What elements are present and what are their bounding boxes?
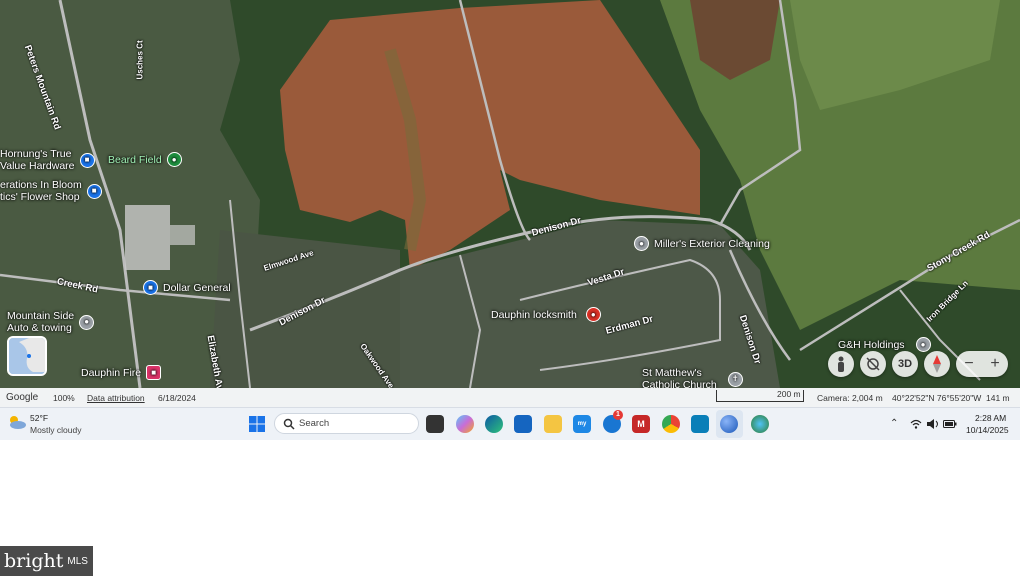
place-dauphin-locksmith[interactable]: Dauphin locksmith ● bbox=[491, 307, 601, 322]
3d-toggle-button[interactable]: 3D bbox=[892, 351, 918, 377]
place-label-line1: Hornung's True bbox=[0, 148, 72, 160]
road-label-usches-ct: Usches Ct bbox=[135, 40, 145, 80]
map-pin-icon: ● bbox=[915, 337, 931, 352]
minimap-globe-icon bbox=[9, 338, 45, 374]
map-pin-icon: ● bbox=[634, 236, 649, 251]
weather-cloud-icon bbox=[10, 416, 26, 429]
map-pin-icon: ● bbox=[585, 307, 601, 322]
task-view-icon[interactable] bbox=[426, 415, 444, 433]
data-attribution-link[interactable]: Data attribution bbox=[87, 393, 145, 403]
brightmls-watermark: bright MLS bbox=[0, 546, 93, 576]
place-gh-holdings[interactable]: G&H Holdings ● bbox=[838, 337, 931, 352]
place-label-line1: St Matthew's bbox=[642, 367, 702, 379]
zoom-level: 100% bbox=[53, 392, 75, 403]
start-button[interactable] bbox=[249, 416, 265, 432]
shopping-bag-icon: ■ bbox=[143, 280, 158, 295]
place-label: Dollar General bbox=[163, 281, 231, 294]
place-label: Dauphin locksmith bbox=[491, 308, 577, 321]
place-dauphin-fire[interactable]: Dauphin Fire ■ bbox=[81, 365, 162, 380]
scale-label: 200 m bbox=[777, 389, 801, 399]
place-millers-exterior-cleaning[interactable]: ● Miller's Exterior Cleaning bbox=[634, 236, 770, 251]
park-icon: ● bbox=[166, 152, 182, 167]
church-icon: ✝ bbox=[727, 371, 743, 387]
imagery-date: 6/18/2024 bbox=[158, 392, 196, 403]
file-explorer-icon[interactable] bbox=[544, 415, 562, 433]
google-earth-taskbar-item[interactable] bbox=[716, 410, 743, 438]
taskbar-search-box[interactable]: Search bbox=[274, 413, 419, 434]
place-label-line1: Mountain Side bbox=[7, 310, 75, 322]
zoom-controls: − + bbox=[956, 351, 1008, 377]
microsoft-store-icon[interactable] bbox=[514, 415, 532, 433]
mydp-app-icon[interactable]: my bbox=[573, 415, 591, 433]
place-label-line2: Value Hardware bbox=[0, 160, 75, 172]
compass-icon bbox=[933, 355, 941, 373]
watermark-suffix: MLS bbox=[67, 555, 88, 567]
hide-labels-button[interactable] bbox=[860, 351, 886, 377]
google-earth-icon bbox=[720, 415, 738, 433]
map-pin-icon: ● bbox=[79, 314, 95, 330]
compass-button[interactable] bbox=[924, 351, 950, 377]
elevation: 141 m bbox=[986, 392, 1010, 403]
place-beard-field[interactable]: ■ Beard Field ● bbox=[88, 152, 182, 167]
search-icon bbox=[283, 418, 295, 430]
clock-date[interactable]: 10/14/2025 bbox=[966, 425, 1009, 435]
coordinates: 40°22'52"N 76°55'20"W bbox=[892, 392, 982, 403]
satellite-imagery bbox=[0, 0, 1020, 388]
weather-temp: 52°F bbox=[30, 413, 49, 423]
place-mountain-side-auto[interactable]: Mountain Side Auto & towing ● bbox=[7, 310, 95, 334]
place-label-line2: Auto & towing bbox=[7, 322, 72, 334]
globe-app-icon[interactable] bbox=[751, 415, 769, 433]
map-status-bar: Google 100% Data attribution 6/18/2024 2… bbox=[0, 388, 1020, 407]
edge-icon[interactable] bbox=[485, 415, 503, 433]
outlook-icon[interactable] bbox=[691, 415, 709, 433]
location-off-icon bbox=[866, 357, 880, 371]
notification-app-icon[interactable]: 1 bbox=[603, 410, 623, 433]
place-hornungs-hardware[interactable]: Hornung's True Value Hardware ■ bbox=[0, 148, 95, 172]
shopping-bag-icon: ■ bbox=[86, 183, 102, 199]
zoom-in-button[interactable]: + bbox=[982, 351, 1008, 377]
place-label: Miller's Exterior Cleaning bbox=[654, 237, 770, 250]
volume-icon[interactable] bbox=[927, 419, 939, 429]
weather-desc: Mostly cloudy bbox=[30, 425, 82, 435]
place-label: Beard Field bbox=[108, 153, 162, 166]
place-creations-in-bloom[interactable]: erations In Bloom tics' Flower Shop ■ bbox=[0, 179, 102, 203]
google-logo: Google bbox=[6, 392, 39, 403]
place-label: Dauphin Fire bbox=[81, 366, 142, 379]
notification-badge: 1 bbox=[613, 410, 623, 420]
person-icon bbox=[838, 356, 844, 372]
zoom-out-button[interactable]: − bbox=[956, 351, 982, 377]
wifi-icon[interactable] bbox=[910, 419, 922, 429]
show-hidden-icons-button[interactable]: ⌃ bbox=[890, 418, 898, 429]
place-label: G&H Holdings bbox=[838, 338, 905, 351]
chrome-icon[interactable] bbox=[662, 415, 680, 433]
windows-logo-icon bbox=[249, 416, 265, 432]
windows-taskbar: 52°F Mostly cloudy Search my 1 M ⌃ 2:28 … bbox=[0, 407, 1020, 440]
satellite-map[interactable]: Peters Mountain Rd Usches Ct Creek Rd El… bbox=[0, 0, 1020, 388]
place-label-line2: Catholic Church bbox=[642, 379, 717, 388]
place-st-matthews-church[interactable]: St Matthew's Catholic Church ✝ bbox=[642, 367, 743, 388]
camera-altitude: Camera: 2,004 m bbox=[817, 392, 883, 403]
fire-station-icon: ■ bbox=[146, 365, 162, 380]
pegman-button[interactable] bbox=[828, 351, 854, 377]
place-dollar-general[interactable]: ■ Dollar General bbox=[143, 280, 231, 295]
search-placeholder: Search bbox=[299, 418, 330, 429]
battery-icon[interactable] bbox=[943, 419, 957, 429]
place-label-line2: tics' Flower Shop bbox=[0, 191, 80, 203]
clock-time[interactable]: 2:28 AM bbox=[975, 413, 1006, 423]
copilot-icon[interactable] bbox=[456, 415, 474, 433]
place-label-line1: erations In Bloom bbox=[0, 179, 82, 191]
watermark-brand: bright bbox=[4, 550, 64, 572]
globe-minimap[interactable] bbox=[7, 336, 47, 376]
mcafee-icon[interactable]: M bbox=[632, 415, 650, 433]
